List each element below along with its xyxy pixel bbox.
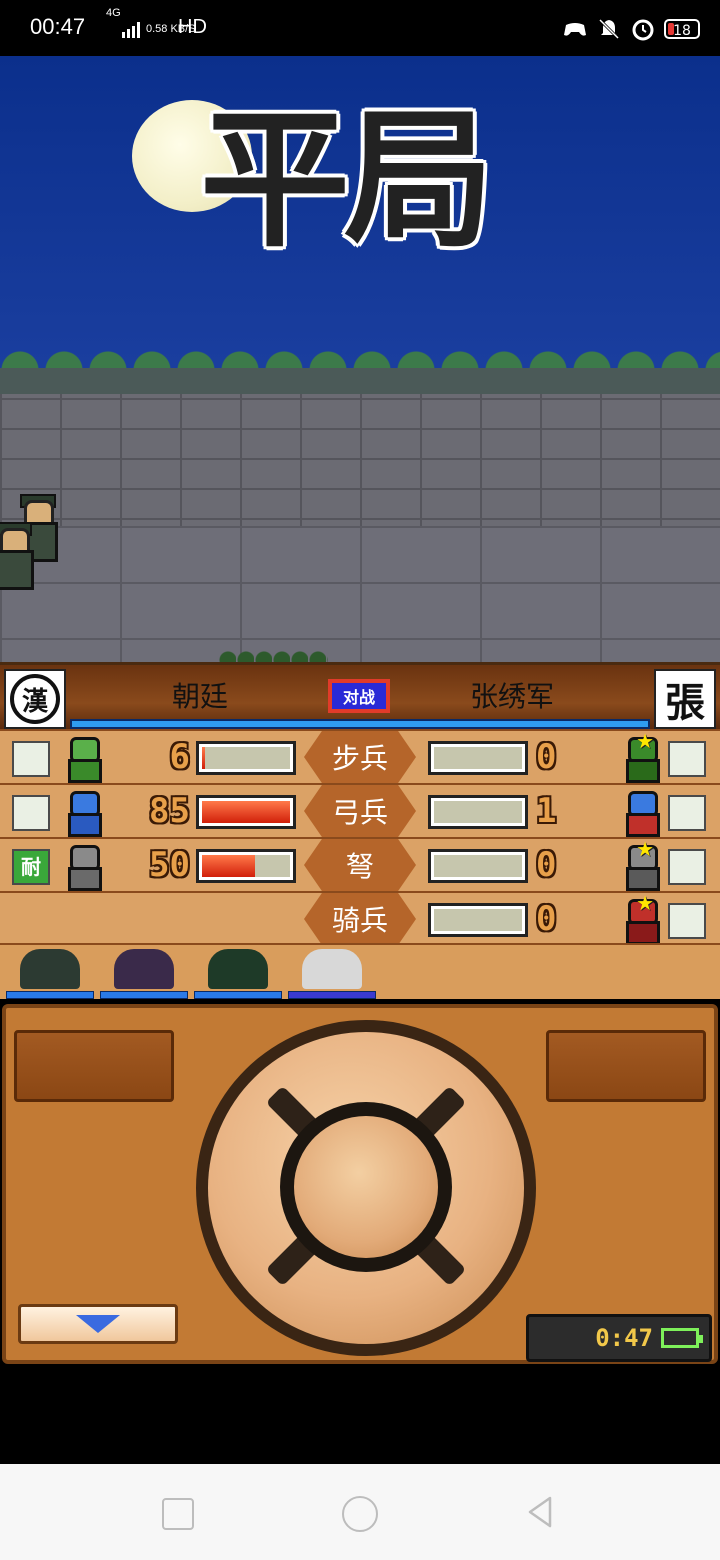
left-army-emblem: 漢 <box>4 669 66 729</box>
left-unit-sprite <box>60 789 106 837</box>
right-unit-slot[interactable] <box>668 849 706 885</box>
right-unit-sprite <box>618 789 664 837</box>
right-unit-slot[interactable] <box>668 741 706 777</box>
control-panel: 0:47 <box>2 1004 718 1364</box>
right-unit-bar <box>428 849 528 883</box>
left-unit-count: 6 <box>169 737 190 777</box>
army-header: 漢 朝廷 对战 张绣军 張 <box>0 665 720 729</box>
endurance-tag: 耐 <box>12 849 50 885</box>
left-unit-bar <box>196 741 296 775</box>
left-unit-slot[interactable] <box>12 795 50 831</box>
right-unit-count: 1 <box>536 791 557 831</box>
generals-bar <box>0 943 720 999</box>
star-icon: ★ <box>636 837 654 861</box>
battle-scene: 平局 <box>0 56 720 662</box>
battery-icon: 18 <box>664 19 700 39</box>
home-button[interactable] <box>342 1496 378 1532</box>
unit-row-archer: 85 弓兵 1 <box>0 783 720 837</box>
right-unit-count: 0 <box>536 899 557 939</box>
hd-indicator: HD <box>178 16 207 38</box>
right-unit-count: 0 <box>536 737 557 777</box>
general-portrait[interactable] <box>194 947 282 999</box>
alarm-icon <box>632 19 654 41</box>
left-unit-bar <box>196 849 296 883</box>
direction-pad[interactable] <box>196 1020 536 1356</box>
left-unit-sprite <box>60 843 106 891</box>
right-unit-count: 0 <box>536 845 557 885</box>
unit-type-label: 弩 <box>304 839 416 891</box>
status-bar: 00:47 4G 0.58 KB/S HD 18 <box>0 0 720 56</box>
general-portrait[interactable] <box>288 947 376 999</box>
general-portrait[interactable] <box>100 947 188 999</box>
back-button[interactable] <box>522 1494 558 1530</box>
unit-type-label: 骑兵 <box>304 893 416 945</box>
recents-button[interactable] <box>162 1498 194 1530</box>
right-army-emblem: 張 <box>654 669 716 729</box>
star-icon: ★ <box>636 729 654 753</box>
right-unit-bar <box>428 795 528 829</box>
left-unit-slot[interactable] <box>12 741 50 777</box>
mute-bell-icon <box>598 18 620 40</box>
wall-top <box>0 368 720 394</box>
result-title: 平局 <box>200 92 494 268</box>
right-unit-bar <box>428 903 528 937</box>
unit-row-infantry: 6 步兵 0 ★ <box>0 729 720 783</box>
left-unit-count: 50 <box>149 845 190 885</box>
unit-type-label: 步兵 <box>304 731 416 783</box>
unit-type-label: 弓兵 <box>304 785 416 837</box>
battery-level: 18 <box>673 23 691 39</box>
bush <box>218 650 328 662</box>
right-unit-bar <box>428 741 528 775</box>
left-unit-bar <box>196 795 296 829</box>
left-shoulder-button[interactable] <box>14 1030 174 1102</box>
soldier-sprite <box>0 522 34 592</box>
collapse-button[interactable] <box>18 1304 178 1344</box>
unit-row-crossbow: 耐 50 弩 0 ★ <box>0 837 720 891</box>
game-clock: 0:47 <box>526 1314 712 1362</box>
star-icon: ★ <box>636 891 654 915</box>
battery-icon <box>661 1328 703 1348</box>
vs-badge: 对战 <box>328 679 390 713</box>
left-unit-sprite <box>60 735 106 783</box>
status-icons: 18 <box>562 16 700 42</box>
battle-ground <box>0 526 720 662</box>
left-unit-count: 85 <box>149 791 190 831</box>
morale-bar <box>70 719 650 729</box>
network-type: 4G <box>106 7 121 19</box>
right-unit-slot[interactable] <box>668 903 706 939</box>
game-clock-time: 0:47 <box>595 1324 653 1352</box>
chevron-down-icon <box>76 1315 120 1333</box>
right-unit-slot[interactable] <box>668 795 706 831</box>
dpad-center-button[interactable] <box>294 1116 438 1258</box>
status-time: 00:47 <box>30 14 86 39</box>
right-shoulder-button[interactable] <box>546 1030 706 1102</box>
army-panel: 漢 朝廷 对战 张绣军 張 6 步兵 0 ★ 85 弓兵 1 耐 50 弩 0 … <box>0 662 720 999</box>
system-nav-bar <box>0 1464 720 1560</box>
signal-icon <box>122 22 140 38</box>
right-army-name: 张绣军 <box>470 680 555 713</box>
game-controller-icon <box>564 23 586 36</box>
left-army-name: 朝廷 <box>172 680 229 713</box>
general-portrait[interactable] <box>6 947 94 999</box>
unit-row-cavalry: 骑兵 0 ★ <box>0 891 720 945</box>
